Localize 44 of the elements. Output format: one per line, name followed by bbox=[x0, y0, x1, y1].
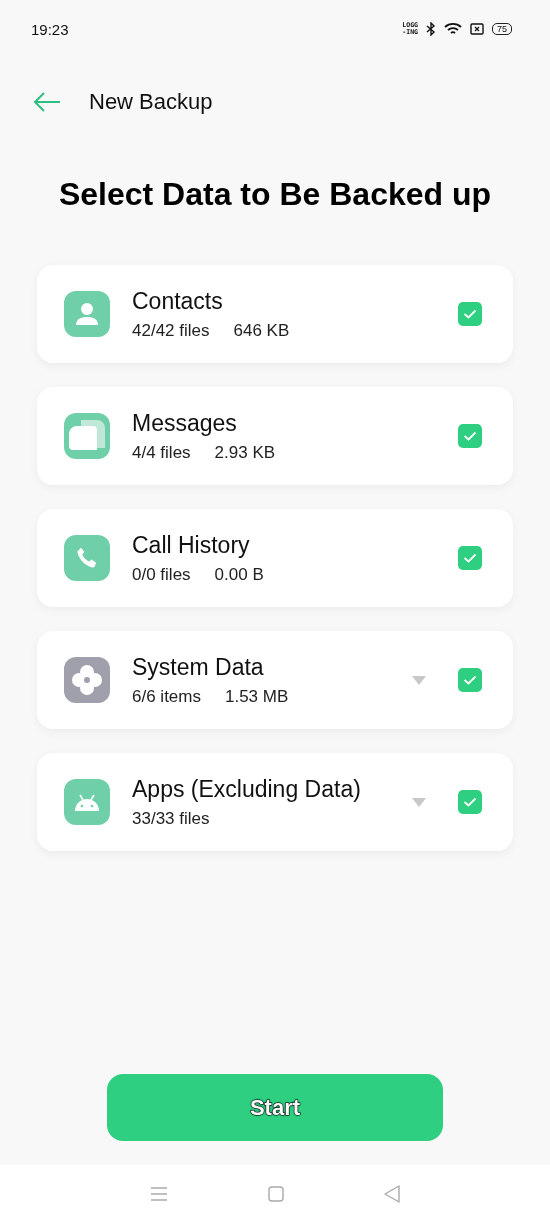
home-icon[interactable] bbox=[268, 1185, 284, 1202]
dropdown-caret-icon[interactable] bbox=[412, 797, 426, 807]
checkmark-icon bbox=[463, 431, 477, 441]
bluetooth-icon bbox=[426, 22, 436, 36]
file-count: 42/42 files bbox=[132, 320, 210, 341]
file-size: 0.00 B bbox=[214, 564, 264, 585]
checkbox[interactable] bbox=[458, 546, 482, 570]
checkbox[interactable] bbox=[458, 424, 482, 448]
checkbox[interactable] bbox=[458, 790, 482, 814]
file-size: 1.53 MB bbox=[225, 686, 289, 707]
category-title: Contacts bbox=[132, 287, 224, 315]
checkbox[interactable] bbox=[458, 668, 482, 692]
back-icon[interactable] bbox=[384, 1184, 400, 1203]
data-category-card[interactable]: Call History 0/0 files 0.00 B bbox=[37, 509, 513, 607]
clock: 19:23 bbox=[31, 20, 69, 38]
section-heading: Select Data to Be Backed up bbox=[57, 176, 493, 213]
data-category-card[interactable]: Messages 4/4 files 2.93 KB bbox=[37, 387, 513, 485]
checkmark-icon bbox=[463, 553, 477, 563]
file-count: 6/6 items bbox=[132, 686, 201, 707]
person-icon bbox=[74, 301, 100, 327]
data-category-card[interactable]: System Data 6/6 items 1.53 MB bbox=[37, 631, 513, 729]
file-count: 4/4 files bbox=[132, 442, 191, 463]
checkmark-icon bbox=[463, 309, 477, 319]
dropdown-caret-icon[interactable] bbox=[412, 675, 426, 685]
flower-gear-icon bbox=[71, 664, 103, 696]
file-size: 646 KB bbox=[233, 320, 290, 341]
file-count: 0/0 files bbox=[132, 564, 191, 585]
category-title: Call History bbox=[132, 531, 251, 559]
data-category-card[interactable]: Contacts 42/42 files 646 KB bbox=[37, 265, 513, 363]
checkmark-icon bbox=[463, 797, 477, 807]
category-title: Messages bbox=[132, 409, 238, 437]
battery-indicator: 75 bbox=[492, 23, 512, 35]
file-count: 33/33 files bbox=[132, 808, 210, 829]
sim-icon bbox=[470, 23, 484, 35]
category-title: System Data bbox=[132, 653, 265, 681]
file-size: 2.93 KB bbox=[214, 442, 276, 463]
back-arrow-icon[interactable] bbox=[33, 92, 61, 112]
wifi-icon bbox=[444, 22, 462, 36]
checkbox[interactable] bbox=[458, 302, 482, 326]
data-category-card[interactable]: Apps (Excluding Data) 33/33 files bbox=[37, 753, 513, 851]
menu-icon[interactable] bbox=[150, 1186, 168, 1201]
page-title: New Backup bbox=[89, 89, 213, 115]
checkmark-icon bbox=[463, 675, 477, 685]
category-title: Apps (Excluding Data) bbox=[132, 775, 362, 803]
